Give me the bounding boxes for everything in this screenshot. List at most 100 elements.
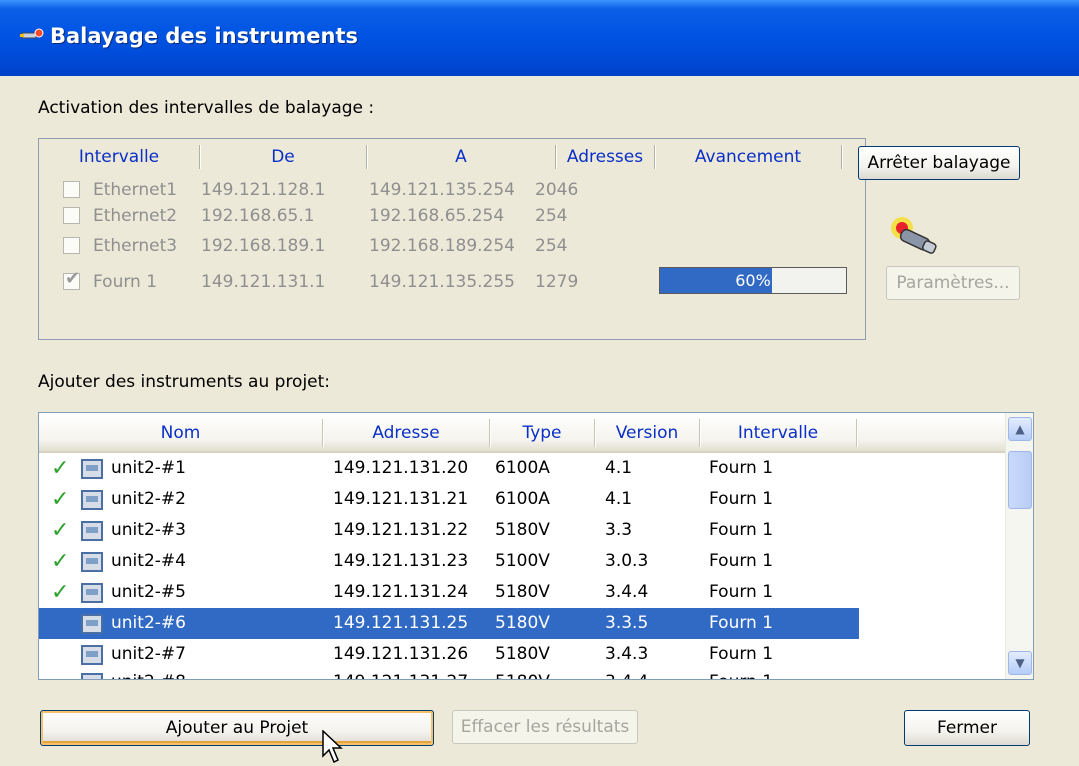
instrument-range: Fourn 1 [709,644,774,664]
range-checkbox[interactable] [63,181,80,198]
progress-text: 60% [735,271,771,290]
range-from: 149.121.131.1 [201,272,326,292]
instrument-icon [81,459,103,479]
range-name: Fourn 1 [93,272,158,292]
instrument-row[interactable]: ✓ unit2-#5 149.121.131.24 5180V 3.4.4 Fo… [39,577,859,608]
parameters-button[interactable]: Paramètres... [886,266,1020,300]
check-icon: ✓ [51,518,70,543]
scanner-probe-icon [891,217,937,254]
instrument-version: 3.4.4 [605,582,649,602]
check-icon: ✓ [51,580,70,605]
instrument-name: unit2-#8 [111,667,186,679]
instrument-address: 149.121.131.22 [333,520,469,540]
col-adresses[interactable]: Adresses [556,139,654,175]
instrument-row[interactable]: unit2-#7 149.121.131.26 5180V 3.4.3 Four… [39,639,859,670]
col-de[interactable]: De [200,139,366,175]
instrument-icon [81,645,103,665]
instrument-version: 3.4.3 [605,644,649,664]
instrument-range: Fourn 1 [709,582,774,602]
col-avancement[interactable]: Avancement [655,139,841,175]
instrument-row[interactable]: ✓ unit2-#4 149.121.131.23 5100V 3.0.3 Fo… [39,546,859,577]
instrument-row[interactable]: ✓ unit2-#1 149.121.131.20 6100A 4.1 Four… [39,453,859,484]
instrument-name: unit2-#1 [111,458,186,478]
instrument-address: 149.121.131.25 [333,613,469,633]
instrument-icon [81,614,103,634]
scan-progress-bar: 60% [659,267,847,294]
instrument-list[interactable]: Nom Adresse Type Version Intervalle ✓ un… [38,412,1034,680]
instrument-version: 3.3 [605,520,633,540]
instrument-version: 3.0.3 [605,551,649,571]
instrument-name: unit2-#6 [111,613,186,633]
range-section-label: Activation des intervalles de balayage : [38,98,375,118]
instrument-address: 149.121.131.20 [333,458,469,478]
clear-results-button[interactable]: Effacer les résultats [452,710,638,744]
instrument-type: 5180V [495,667,550,679]
instrument-range: Fourn 1 [709,520,774,540]
range-count: 2046 [535,180,579,200]
range-to: 149.121.135.254 [369,180,516,200]
mouse-cursor-icon [322,730,343,764]
instrument-address: 149.121.131.26 [333,644,469,664]
instrument-name: unit2-#5 [111,582,186,602]
instrument-type: 5180V [495,520,550,540]
instrument-address: 149.121.131.27 [333,667,468,679]
instrument-version: 4.1 [605,458,633,478]
scroll-thumb[interactable] [1008,451,1032,509]
range-name: Ethernet1 [93,180,178,200]
instrument-name: unit2-#3 [111,520,186,540]
instrument-type: 5180V [495,644,550,664]
col-nom[interactable]: Nom [39,413,322,453]
range-name: Ethernet3 [93,236,178,256]
instrument-range: Fourn 1 [709,489,774,509]
instrument-name: unit2-#7 [111,644,186,664]
instrument-row[interactable]: ✓ unit2-#2 149.121.131.21 6100A 4.1 Four… [39,484,859,515]
instrument-address: 149.121.131.21 [333,489,469,509]
check-icon: ✓ [51,487,70,512]
range-checkbox[interactable] [63,207,80,224]
range-table[interactable]: Intervalle De A Adresses Avancement Ethe… [38,138,866,340]
instrument-address: 149.121.131.23 [333,551,469,571]
check-icon: ✓ [51,456,70,481]
scroll-up-icon[interactable]: ▲ [1008,417,1032,441]
instrument-row[interactable]: unit2-#8 149.121.131.27 5180V 3.4.4 Four… [39,667,859,679]
instrument-type: 6100A [495,489,550,509]
instrument-range: Fourn 1 [709,667,773,679]
instrument-range: Fourn 1 [709,458,774,478]
instrument-list-header: Nom Adresse Type Version Intervalle [39,413,1005,453]
col-version[interactable]: Version [595,413,699,453]
col-adresse[interactable]: Adresse [323,413,489,453]
stop-scan-button[interactable]: Arrêter balayage [858,146,1020,180]
instrument-row-selected[interactable]: unit2-#6 149.121.131.25 5180V 3.3.5 Four… [39,608,859,639]
range-to: 149.121.135.255 [369,272,516,292]
instrument-type: 6100A [495,458,550,478]
check-icon: ✓ [51,549,70,574]
instrument-icon [81,583,103,603]
range-count: 1279 [535,272,579,292]
instrument-icon [81,673,103,679]
instrument-version: 3.3.5 [605,613,649,633]
title-bar[interactable]: Balayage des instruments [0,0,1079,76]
instrument-type: 5180V [495,613,550,633]
checkmark-icon: ✔ [65,268,81,289]
range-count: 254 [535,236,568,256]
range-checkbox[interactable]: ✔ [63,268,80,290]
add-to-project-button[interactable]: Ajouter au Projet [40,710,434,746]
col-intervalle[interactable]: Intervalle [700,413,856,453]
instrument-version: 3.4.4 [605,667,648,679]
instrument-icon [81,490,103,510]
instrument-row[interactable]: ✓ unit2-#3 149.121.131.22 5180V 3.3 Four… [39,515,859,546]
col-type[interactable]: Type [490,413,594,453]
close-button[interactable]: Fermer [904,710,1030,746]
scroll-down-icon[interactable]: ▼ [1008,651,1032,675]
col-a[interactable]: A [367,139,555,175]
instrument-name: unit2-#4 [111,551,186,571]
range-to: 192.168.189.254 [369,236,516,256]
range-from: 192.168.65.1 [201,206,315,226]
col-intervalle[interactable]: Intervalle [39,139,199,175]
vertical-scrollbar[interactable]: ▲ ▼ [1005,413,1033,679]
window-title: Balayage des instruments [50,24,359,48]
range-checkbox[interactable] [63,237,80,254]
range-from: 192.168.189.1 [201,236,326,256]
range-from: 149.121.128.1 [201,180,326,200]
instruments-section-label: Ajouter des instruments au projet: [38,372,331,392]
